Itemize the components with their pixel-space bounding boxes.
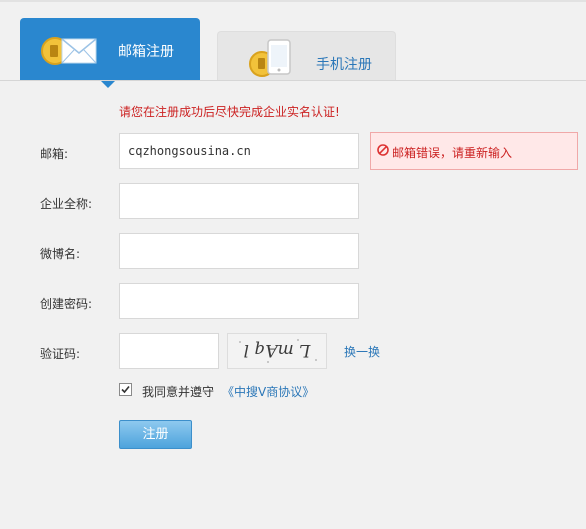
- agreement-text: 我同意并遵守: [142, 385, 215, 399]
- envelope-coin-icon: [41, 37, 97, 65]
- captcha-refresh-link[interactable]: 换一换: [344, 343, 380, 360]
- check-icon: [121, 385, 130, 394]
- phone-coin-icon: [249, 39, 291, 77]
- company-name-label: 企业全称:: [40, 197, 93, 211]
- email-label: 邮箱:: [40, 147, 69, 161]
- verification-notice: 请您在注册成功后尽快完成企业实名认证!: [119, 105, 340, 119]
- email-field[interactable]: [119, 133, 359, 169]
- tab-active-pointer: [100, 80, 116, 88]
- tab-email-register[interactable]: 邮箱注册: [20, 18, 200, 88]
- captcha-text: L mAq l: [244, 340, 312, 360]
- email-error-text: 邮箱错误，请重新输入: [392, 146, 513, 160]
- register-button[interactable]: 注册: [119, 420, 192, 449]
- captcha-field[interactable]: [119, 333, 219, 369]
- captcha-label: 验证码:: [40, 347, 81, 361]
- tab-phone-register[interactable]: 手机注册: [217, 31, 396, 80]
- company-name-field[interactable]: [119, 183, 359, 219]
- agreement-checkbox[interactable]: [119, 383, 132, 396]
- password-label: 创建密码:: [40, 297, 93, 311]
- captcha-drawing: L mAq l: [228, 334, 326, 368]
- password-field[interactable]: [119, 283, 359, 319]
- email-error-tooltip: 邮箱错误，请重新输入: [370, 132, 578, 170]
- tab-phone-label: 手机注册: [316, 57, 372, 73]
- captcha-image[interactable]: L mAq l: [227, 333, 327, 369]
- tab-email-label: 邮箱注册: [118, 44, 174, 60]
- weibo-name-label: 微博名:: [40, 247, 81, 261]
- agreement-link[interactable]: 《中搜V商协议》: [222, 383, 314, 400]
- weibo-name-field[interactable]: [119, 233, 359, 269]
- tabbar-divider: [0, 80, 586, 81]
- top-border: [0, 0, 586, 2]
- no-entry-icon: [377, 144, 389, 156]
